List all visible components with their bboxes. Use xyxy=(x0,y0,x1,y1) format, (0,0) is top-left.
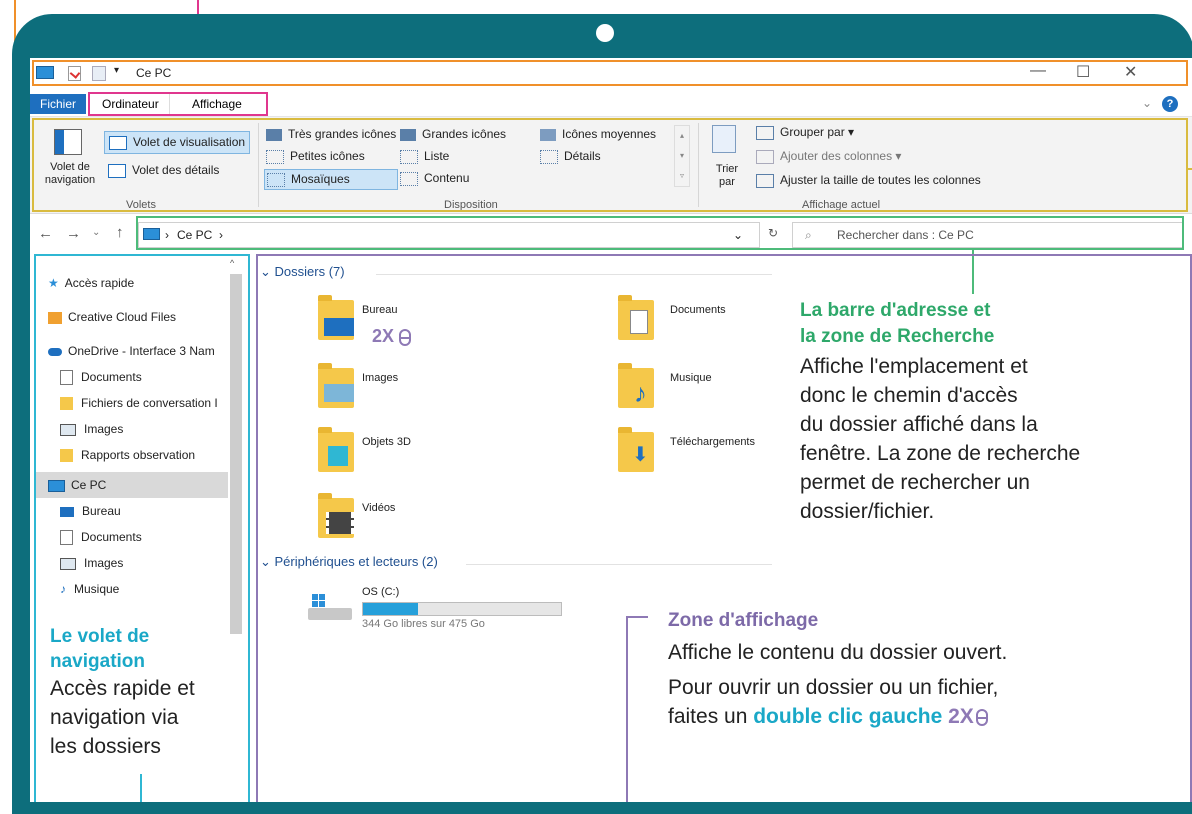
up-icon[interactable]: ↑ xyxy=(116,224,124,241)
camera-dot xyxy=(596,24,614,42)
help-icon[interactable]: ? xyxy=(1162,96,1178,112)
address-highlight xyxy=(136,216,1184,250)
back-icon[interactable]: ← xyxy=(38,225,53,242)
ribbon-collapse-icon[interactable]: ⌄ xyxy=(1142,96,1152,110)
explorer-window: ▾ Ce PC — ☐ ✕ Fichier Ordinateur Afficha… xyxy=(30,58,1192,802)
titlebar-highlight xyxy=(32,60,1188,86)
tab-file[interactable]: Fichier xyxy=(30,94,87,114)
recent-locations-icon[interactable]: ⌄ xyxy=(92,227,100,238)
ribbon-highlight xyxy=(32,118,1188,212)
ribbon-callout-tick xyxy=(1186,168,1192,170)
navpane-highlight xyxy=(34,254,250,802)
tabs-highlight xyxy=(88,92,268,116)
forward-icon[interactable]: → xyxy=(66,225,81,242)
content-highlight xyxy=(256,254,1192,802)
